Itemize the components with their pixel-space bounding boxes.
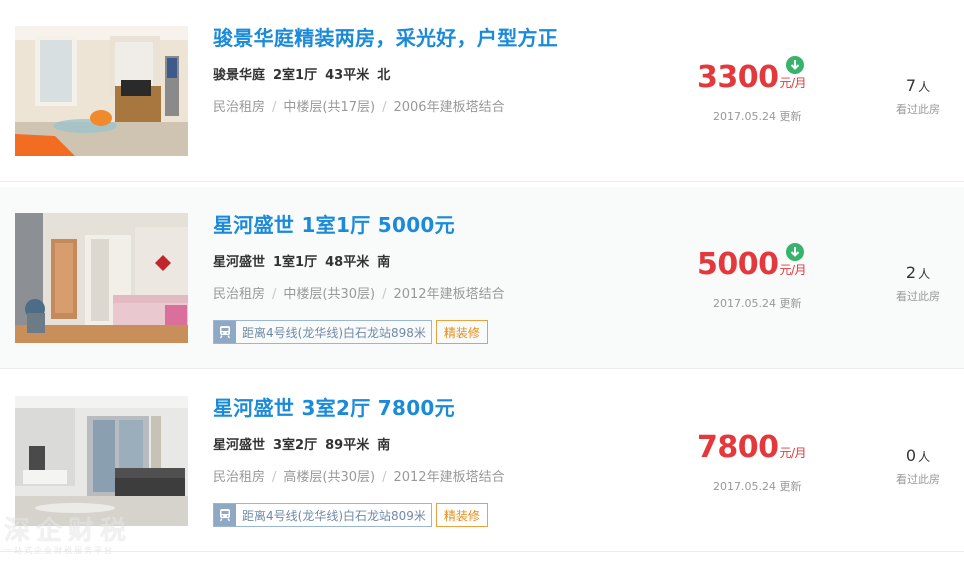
meta-separator: / [382,100,387,115]
price: 7800元/月 [697,430,817,465]
decoration-tag: 精装修 [435,503,488,527]
view-count-number: 2 [905,263,917,282]
listing-meta: 民治租房 / 中楼层(共30层) / 2012年建板塔结合 [213,283,505,302]
price-unit: 元/月 [779,446,807,460]
living-room-photo [15,26,188,156]
floor-area: 48平米 [325,255,370,270]
orientation: 北 [377,68,391,83]
listing-summary: 骏景华庭 2室1厅 43平米北 [213,64,398,83]
view-count-unit: 人 [918,450,931,464]
community-name[interactable]: 星河盛世 [213,255,265,270]
subway-distance: 距离4号线(龙华线)白石龙站898米 [242,325,426,340]
listing-title[interactable]: 星河盛世 3室2厅 7800元 [213,392,455,421]
build-info: 2012年建板塔结合 [393,287,505,302]
view-count-label: 看过此房 [896,103,940,116]
subway-distance: 距离4号线(龙华线)白石龙站809米 [242,508,426,523]
meta-separator: / [382,287,387,302]
community-name[interactable]: 星河盛世 [213,438,265,453]
listing-summary: 星河盛世 3室2厅 89平米南 [213,434,398,453]
listing-item[interactable]: 星河盛世 1室1厅 5000元 星河盛世 1室1厅 48平米南 民治租房 / 中楼层(共… [0,187,964,369]
updated-time: 2017.05.24 更新 [713,110,802,123]
subway-tag: 距离4号线(龙华线)白石龙站898米 [213,320,432,344]
listing-photo[interactable] [15,396,188,526]
listing-photo[interactable] [15,26,188,156]
listing-item[interactable]: 星河盛世 3室2厅 7800元 星河盛世 3室2厅 89平米南 民治租房 / 高楼层(共… [0,370,964,552]
price-unit: 元/月 [779,76,807,90]
meta-separator: / [272,287,277,302]
meta-separator: / [382,470,387,485]
arrow-down-icon [786,243,804,261]
listing-summary: 星河盛世 1室1厅 48平米南 [213,251,398,270]
view-count-number: 7 [905,76,917,95]
listing-meta: 民治租房 / 中楼层(共17层) / 2006年建板塔结合 [213,96,505,115]
listing-title[interactable]: 星河盛世 1室1厅 5000元 [213,209,455,238]
price-box: 3300元/月 2017.05.24 更新 [697,56,817,123]
floor-info: 中楼层(共30层) [283,287,376,302]
listing-tags: 距离4号线(龙华线)白石龙站809米 精装修 [213,503,488,527]
meta-separator: / [272,470,277,485]
listing-title[interactable]: 骏景华庭精装两房，采光好，户型方正 [213,22,558,51]
district-link[interactable]: 民治租房 [213,100,265,115]
living-room-photo [15,396,188,526]
district-link[interactable]: 民治租房 [213,287,265,302]
room-layout: 2室1厅 [273,68,318,83]
price-box: 7800元/月 2017.05.24 更新 [697,430,817,493]
community-name[interactable]: 骏景华庭 [213,68,265,83]
room-layout: 1室1厅 [273,255,318,270]
view-count-label: 看过此房 [896,290,940,303]
view-count-unit: 人 [918,267,931,281]
price-value: 3300 [697,60,779,95]
subway-icon [214,321,236,343]
updated-time: 2017.05.24 更新 [713,297,802,310]
floor-info: 中楼层(共17层) [283,100,376,115]
view-count: 2人 看过此房 [890,263,946,304]
listing-item[interactable]: 骏景华庭精装两房，采光好，户型方正 骏景华庭 2室1厅 43平米北 民治租房 / 中楼层… [0,0,964,182]
view-count-unit: 人 [918,80,931,94]
price-value: 7800 [697,430,779,465]
floor-area: 89平米 [325,438,370,453]
room-layout: 3室2厅 [273,438,318,453]
price-value: 5000 [697,247,779,282]
district-link[interactable]: 民治租房 [213,470,265,485]
listing-tags: 距离4号线(龙华线)白石龙站898米 精装修 [213,320,488,344]
price-unit: 元/月 [779,263,807,277]
orientation: 南 [377,255,391,270]
updated-time: 2017.05.24 更新 [713,480,802,493]
arrow-down-icon [786,56,804,74]
subway-icon [214,504,236,526]
listing-meta: 民治租房 / 高楼层(共30层) / 2012年建板塔结合 [213,466,505,485]
build-info: 2012年建板塔结合 [393,470,505,485]
build-info: 2006年建板塔结合 [393,100,505,115]
view-count: 7人 看过此房 [890,76,946,117]
living-room-photo [15,213,188,343]
listing-photo[interactable] [15,213,188,343]
decoration-tag: 精装修 [435,320,488,344]
subway-tag: 距离4号线(龙华线)白石龙站809米 [213,503,432,527]
view-count-number: 0 [905,446,917,465]
price-box: 5000元/月 2017.05.24 更新 [697,243,817,310]
floor-info: 高楼层(共30层) [283,470,376,485]
view-count-label: 看过此房 [896,473,940,486]
floor-area: 43平米 [325,68,370,83]
orientation: 南 [377,438,391,453]
view-count: 0人 看过此房 [890,446,946,487]
meta-separator: / [272,100,277,115]
